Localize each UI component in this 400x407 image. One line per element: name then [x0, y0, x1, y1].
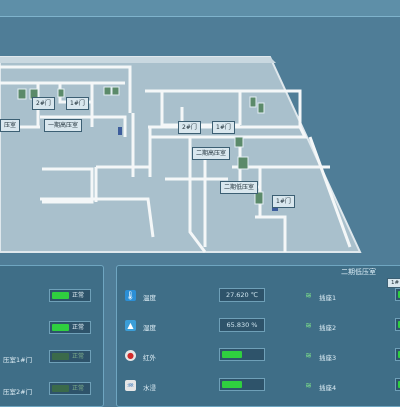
map-label-door-1-bottom[interactable]: 1#门	[272, 195, 295, 208]
outlet-icon: ≋	[305, 321, 312, 330]
door-status-indicator: 正常	[49, 289, 91, 302]
water-leak-icon: ♒	[125, 380, 136, 391]
top-bar	[0, 0, 400, 17]
outlet-label: 插座4	[319, 384, 337, 392]
thermometer-icon: 🌡	[125, 290, 136, 301]
infrared-icon: ●	[125, 350, 136, 361]
temperature-value: 27.620 ℃	[219, 288, 265, 302]
status-led-icon	[222, 381, 242, 388]
map-label-room-left[interactable]: 压室	[0, 119, 21, 132]
humidity-value: 65.830 %	[219, 318, 265, 332]
humidity-icon: ▲	[125, 320, 136, 331]
status-text: 正常	[72, 324, 85, 331]
outlet-switch[interactable]	[395, 288, 400, 301]
outlet-label: 插座1	[319, 294, 337, 302]
infrared-status	[219, 348, 265, 361]
status-led-icon	[52, 292, 69, 299]
map-label-door-2-right[interactable]: 2#门	[178, 121, 201, 134]
floor-slab	[0, 56, 362, 253]
water-leak-status	[219, 378, 265, 391]
sensor-label-temperature: 温度	[143, 294, 156, 302]
outlet-icon: ≋	[305, 351, 312, 360]
map-label-room-phase1[interactable]: 一期高压室	[44, 119, 83, 132]
door-status-indicator: 正常	[49, 350, 91, 363]
status-led-icon	[222, 351, 242, 358]
outlet-switch[interactable]	[395, 378, 400, 391]
status-text: 正常	[72, 353, 85, 360]
status-led-icon	[52, 353, 69, 360]
floor-plan-drawing	[0, 56, 362, 253]
outlet-icon: ≋	[305, 381, 312, 390]
status-led-icon	[52, 385, 69, 392]
map-label-door-1-right[interactable]: 1#门	[212, 121, 235, 134]
map-label-room-phase2-high[interactable]: 二期高压室	[192, 147, 231, 160]
edge-tag: 1#	[387, 278, 400, 288]
door-status-indicator: 正常	[49, 382, 91, 395]
status-text: 正常	[72, 292, 85, 299]
map-label-door-2-left[interactable]: 2#门	[32, 97, 55, 110]
outlet-icon: ≋	[305, 291, 312, 300]
status-text: 正常	[72, 385, 85, 392]
outlet-label: 插座2	[319, 324, 337, 332]
outlet-label: 插座3	[319, 354, 337, 362]
door-row-label: 压室2#门	[3, 388, 33, 396]
panel-title: 二期低压室	[341, 268, 376, 276]
outlet-switch[interactable]	[395, 348, 400, 361]
door-status-indicator: 正常	[49, 321, 91, 334]
outlet-switch[interactable]	[395, 318, 400, 331]
sensor-label-humidity: 湿度	[143, 324, 156, 332]
door-row-label: 压室1#门	[3, 356, 33, 364]
floor-plan-map[interactable]: 2#门 1#门 压室 一期高压室 2#门 1#门 二期高压室 二期低压室 1#门	[0, 17, 400, 257]
map-label-room-phase2-low[interactable]: 二期低压室	[220, 181, 259, 194]
status-led-icon	[52, 324, 69, 331]
sensor-label-water: 水浸	[143, 384, 156, 392]
map-label-door-1-left[interactable]: 1#门	[66, 97, 89, 110]
sensor-label-infrared: 红外	[143, 354, 156, 362]
environment-panel: 二期低压室 🌡 温度 27.620 ℃ ▲ 湿度 65.830 % ● 红外 ♒…	[116, 265, 400, 407]
door-status-panel: 正常 正常 压室1#门 正常 压室2#门 正常	[0, 265, 104, 407]
